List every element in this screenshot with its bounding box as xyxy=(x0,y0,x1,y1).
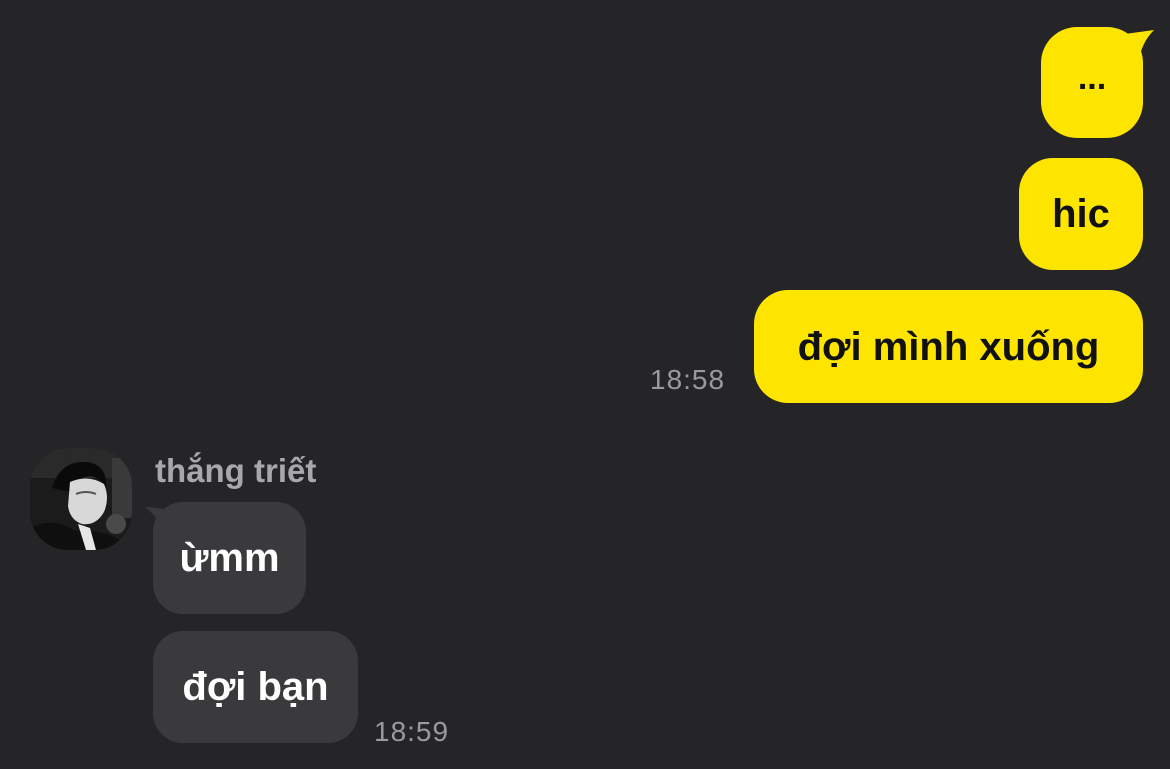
profile-photo-icon xyxy=(30,448,132,550)
outgoing-message-text: đợi mình xuống xyxy=(797,324,1100,369)
incoming-message-text: đợi bạn xyxy=(182,665,329,709)
message-timestamp: 18:59 xyxy=(374,716,450,747)
outgoing-message-text: hic xyxy=(1052,192,1110,236)
message-timestamp: 18:58 xyxy=(650,364,726,395)
outgoing-message-bubble[interactable]: ... xyxy=(1041,27,1143,138)
contact-name: thắng triết xyxy=(155,452,317,489)
incoming-message-text: ừmm xyxy=(179,536,280,580)
incoming-message-bubble[interactable]: đợi bạn xyxy=(153,631,358,743)
outgoing-message-bubble[interactable]: hic xyxy=(1019,158,1143,270)
chat-area[interactable]: ... hic đợi mình xuống 18:58 thắng triết… xyxy=(0,0,1170,769)
incoming-message-bubble[interactable]: ừmm xyxy=(153,502,306,614)
outgoing-message-text: ... xyxy=(1077,58,1107,97)
outgoing-message-bubble[interactable]: đợi mình xuống xyxy=(754,290,1143,403)
contact-avatar[interactable] xyxy=(30,448,132,550)
